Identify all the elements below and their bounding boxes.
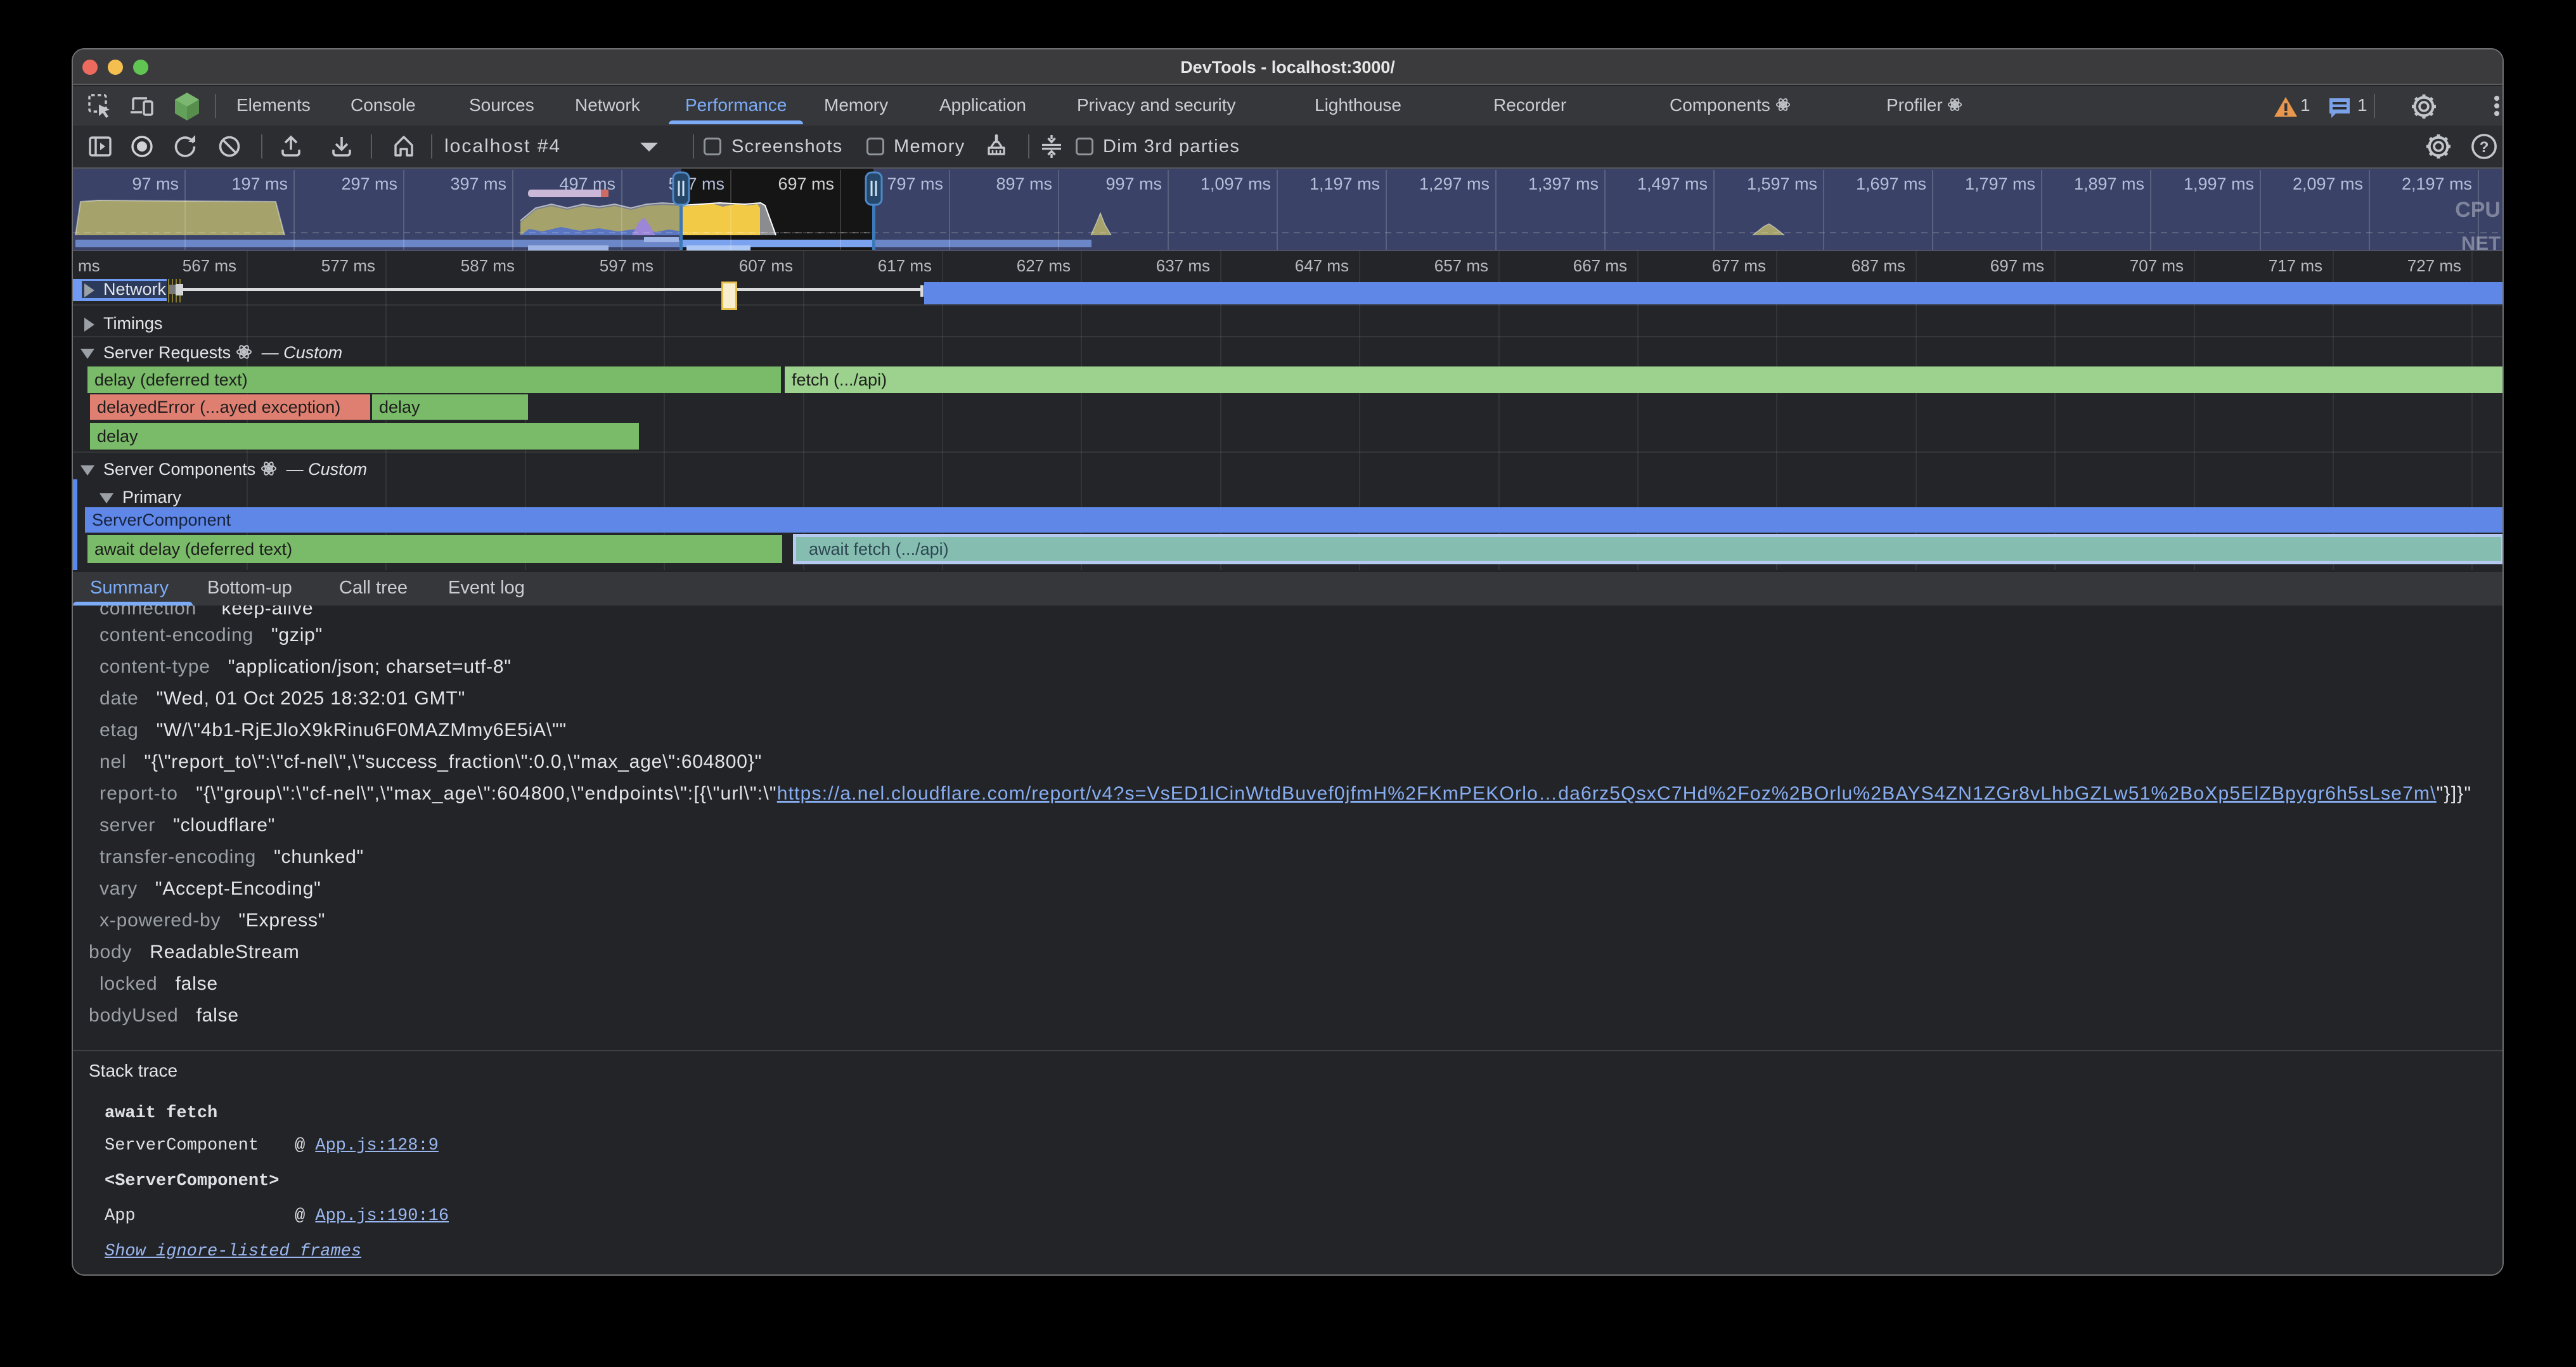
svg-text:797 ms: 797 ms (887, 174, 943, 193)
svg-text:1,497 ms: 1,497 ms (1637, 174, 1708, 193)
svg-text:1,697 ms: 1,697 ms (1856, 174, 1926, 193)
svg-text:97 ms: 97 ms (132, 174, 179, 193)
svg-text:1,297 ms: 1,297 ms (1419, 174, 1490, 193)
svg-text:2,197 ms: 2,197 ms (2402, 174, 2472, 193)
svg-text:CPU: CPU (2455, 198, 2501, 222)
svg-text:997 ms: 997 ms (1105, 174, 1162, 193)
svg-text:1,397 ms: 1,397 ms (1528, 174, 1599, 193)
svg-text:1,897 ms: 1,897 ms (2074, 174, 2144, 193)
svg-text:1,797 ms: 1,797 ms (1965, 174, 2035, 193)
svg-text:297 ms: 297 ms (341, 174, 397, 193)
svg-text:1,997 ms: 1,997 ms (2184, 174, 2254, 193)
svg-text:1,197 ms: 1,197 ms (1310, 174, 1380, 193)
svg-text:NET: NET (2461, 232, 2501, 252)
svg-text:2,097 ms: 2,097 ms (2293, 174, 2363, 193)
svg-text:?: ? (2480, 139, 2489, 156)
svg-text:397 ms: 397 ms (450, 174, 506, 193)
svg-text:1,097 ms: 1,097 ms (1201, 174, 1271, 193)
svg-text:697 ms: 697 ms (778, 174, 834, 193)
svg-text:497 ms: 497 ms (559, 174, 615, 193)
svg-text:197 ms: 197 ms (231, 174, 288, 193)
svg-text:897 ms: 897 ms (996, 174, 1052, 193)
svg-text:1,597 ms: 1,597 ms (1747, 174, 1817, 193)
